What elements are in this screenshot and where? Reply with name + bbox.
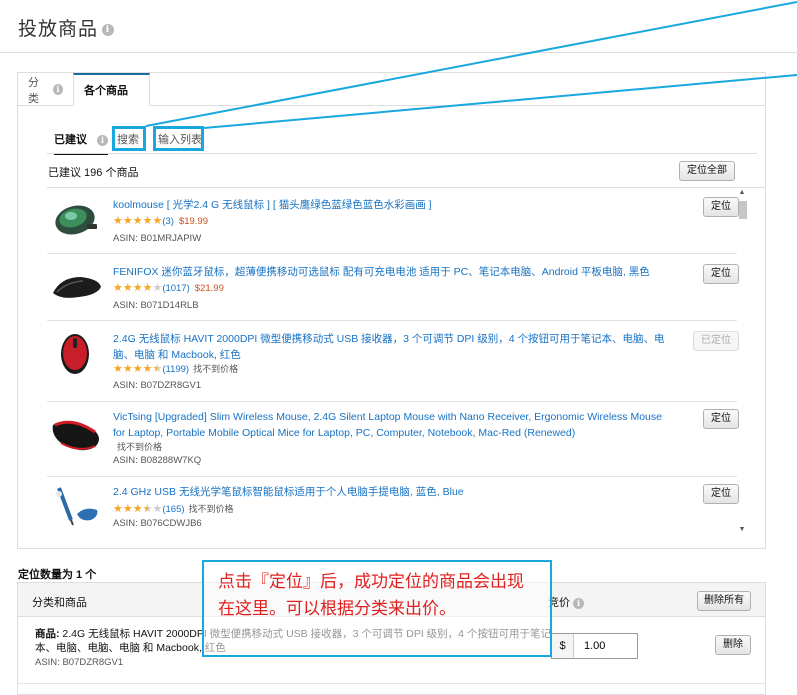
remove-all-button[interactable]: 删除所有 xyxy=(697,591,751,611)
subtab-suggested[interactable]: 已建议 i xyxy=(54,131,108,155)
product-price: 找不到价格 xyxy=(117,442,163,452)
currency-label: $ xyxy=(552,634,574,658)
page-title: 投放商品 i xyxy=(18,14,115,41)
bid-field[interactable]: $ xyxy=(551,633,638,659)
locate-button[interactable]: 定位 xyxy=(703,484,739,504)
rating-stars-icon: ★★★★★ xyxy=(113,363,163,375)
suggested-count: 已建议 196 个商品 xyxy=(48,167,139,179)
product-title-link[interactable]: koolmouse [ 光学2.4 G 无线鼠标 ] [ 猫头鹰绿色蓝绿色蓝色水… xyxy=(113,197,673,213)
page-title-text: 投放商品 xyxy=(18,19,99,40)
product-asin: ASIN: B076CDWJB6 xyxy=(113,518,202,529)
product-image xyxy=(51,332,103,379)
list-item: VicTsing [Upgraded] Slim Wireless Mouse,… xyxy=(47,403,739,477)
annotation-callout: 点击『定位』后，成功定位的商品会出现在这里。可以根据分类来出价。 xyxy=(202,560,552,657)
product-meta: ★★★★★(1017) $21.99 xyxy=(113,282,224,295)
product-title-link[interactable]: FENIFOX 迷你蓝牙鼠标，超薄便携移动可选鼠标 配有可充电电池 适用于 PC… xyxy=(113,264,673,280)
row-label: 商品: xyxy=(35,628,60,640)
highlight-box-search xyxy=(112,126,146,151)
located-button: 已定位 xyxy=(693,331,739,351)
product-meta: ★★★★★(165) 找不到价格 xyxy=(113,503,234,516)
tab-individual-products[interactable]: 各个商品 xyxy=(73,73,150,106)
subtab-suggested-label: 已建议 xyxy=(54,134,87,146)
review-count[interactable]: (3) xyxy=(162,216,174,227)
info-icon[interactable]: i xyxy=(97,134,108,146)
info-icon[interactable]: i xyxy=(102,23,115,36)
review-count[interactable]: (1017) xyxy=(162,283,189,294)
locate-all-button[interactable]: 定位全部 xyxy=(679,161,735,181)
product-asin: ASIN: B071D14RLB xyxy=(113,300,199,311)
row-asin: ASIN: B07DZR8GV1 xyxy=(35,657,124,668)
product-meta: 找不到价格 xyxy=(113,441,162,454)
rating-stars-icon: ★★★★★ xyxy=(113,503,163,515)
product-meta: ★★★★★(3) $19.99 xyxy=(113,215,208,228)
tab-individual-label: 各个商品 xyxy=(84,85,128,97)
product-meta: ★★★★★(1199) 找不到价格 xyxy=(113,363,238,376)
review-count[interactable]: (1199) xyxy=(162,364,189,375)
column-header-category: 分类和商品 xyxy=(32,597,87,609)
product-asin: ASIN: B08288W7KQ xyxy=(113,455,202,466)
locate-button[interactable]: 定位 xyxy=(703,264,739,284)
list-item: koolmouse [ 光学2.4 G 无线鼠标 ] [ 猫头鹰绿色蓝绿色蓝色水… xyxy=(47,188,739,254)
locate-button[interactable]: 定位 xyxy=(703,197,739,217)
scroll-up-arrow-icon[interactable]: ▲ xyxy=(738,189,746,196)
product-asin: ASIN: B01MRJAPIW xyxy=(113,233,202,244)
review-count[interactable]: (165) xyxy=(162,504,184,515)
info-icon[interactable]: i xyxy=(52,84,63,95)
page: 投放商品 i 分类 i 各个商品 已建议 i 搜索 输入列表 已建议 196 个商品… xyxy=(0,0,797,695)
suggested-product-list: koolmouse [ 光学2.4 G 无线鼠标 ] [ 猫头鹰绿色蓝绿色蓝色水… xyxy=(47,187,766,535)
divider xyxy=(0,52,797,53)
product-image xyxy=(51,273,103,306)
product-price: 找不到价格 xyxy=(193,364,239,374)
column-header-bid: 竞价 i xyxy=(548,594,585,610)
highlight-box-input-list xyxy=(153,126,204,151)
list-scrollbar[interactable]: ▲ ▼ xyxy=(736,187,748,535)
list-item: FENIFOX 迷你蓝牙鼠标，超薄便携移动可选鼠标 配有可充电电池 适用于 PC… xyxy=(47,255,739,321)
product-price: $19.99 xyxy=(178,216,208,227)
tab-category[interactable]: 分类 i xyxy=(18,73,73,106)
rating-stars-icon: ★★★★★ xyxy=(113,282,163,294)
info-icon[interactable]: i xyxy=(573,597,585,609)
remove-button[interactable]: 删除 xyxy=(715,635,751,655)
product-title-link[interactable]: 2.4 GHz USB 无线光学笔鼠标智能鼠标适用于个人电脑手提电脑, 蓝色, … xyxy=(113,484,673,500)
rating-stars-icon: ★★★★★ xyxy=(113,215,163,227)
scroll-down-arrow-icon[interactable]: ▼ xyxy=(738,526,746,533)
product-image xyxy=(51,484,103,531)
scroll-thumb[interactable] xyxy=(739,201,747,219)
product-price: $21.99 xyxy=(194,283,224,294)
product-image xyxy=(51,413,103,460)
list-item: 2.4 GHz USB 无线光学笔鼠标智能鼠标适用于个人电脑手提电脑, 蓝色, … xyxy=(47,478,739,535)
locate-button[interactable]: 定位 xyxy=(703,409,739,429)
product-title-link[interactable]: 2.4G 无线鼠标 HAVIT 2000DPI 微型便携移动式 USB 接收器，… xyxy=(113,331,673,363)
bid-input[interactable] xyxy=(574,634,634,658)
row-divider xyxy=(18,683,765,684)
product-price: 找不到价格 xyxy=(188,504,234,514)
product-title-link[interactable]: VicTsing [Upgraded] Slim Wireless Mouse,… xyxy=(113,409,673,441)
subtab-divider xyxy=(47,153,757,154)
product-image xyxy=(51,198,103,245)
list-item: 2.4G 无线鼠标 HAVIT 2000DPI 微型便携移动式 USB 接收器，… xyxy=(47,322,739,402)
product-asin: ASIN: B07DZR8GV1 xyxy=(113,380,202,391)
targeted-count: 定位数量为 1 个 xyxy=(18,569,97,581)
tab-category-label: 分类 xyxy=(28,76,39,105)
